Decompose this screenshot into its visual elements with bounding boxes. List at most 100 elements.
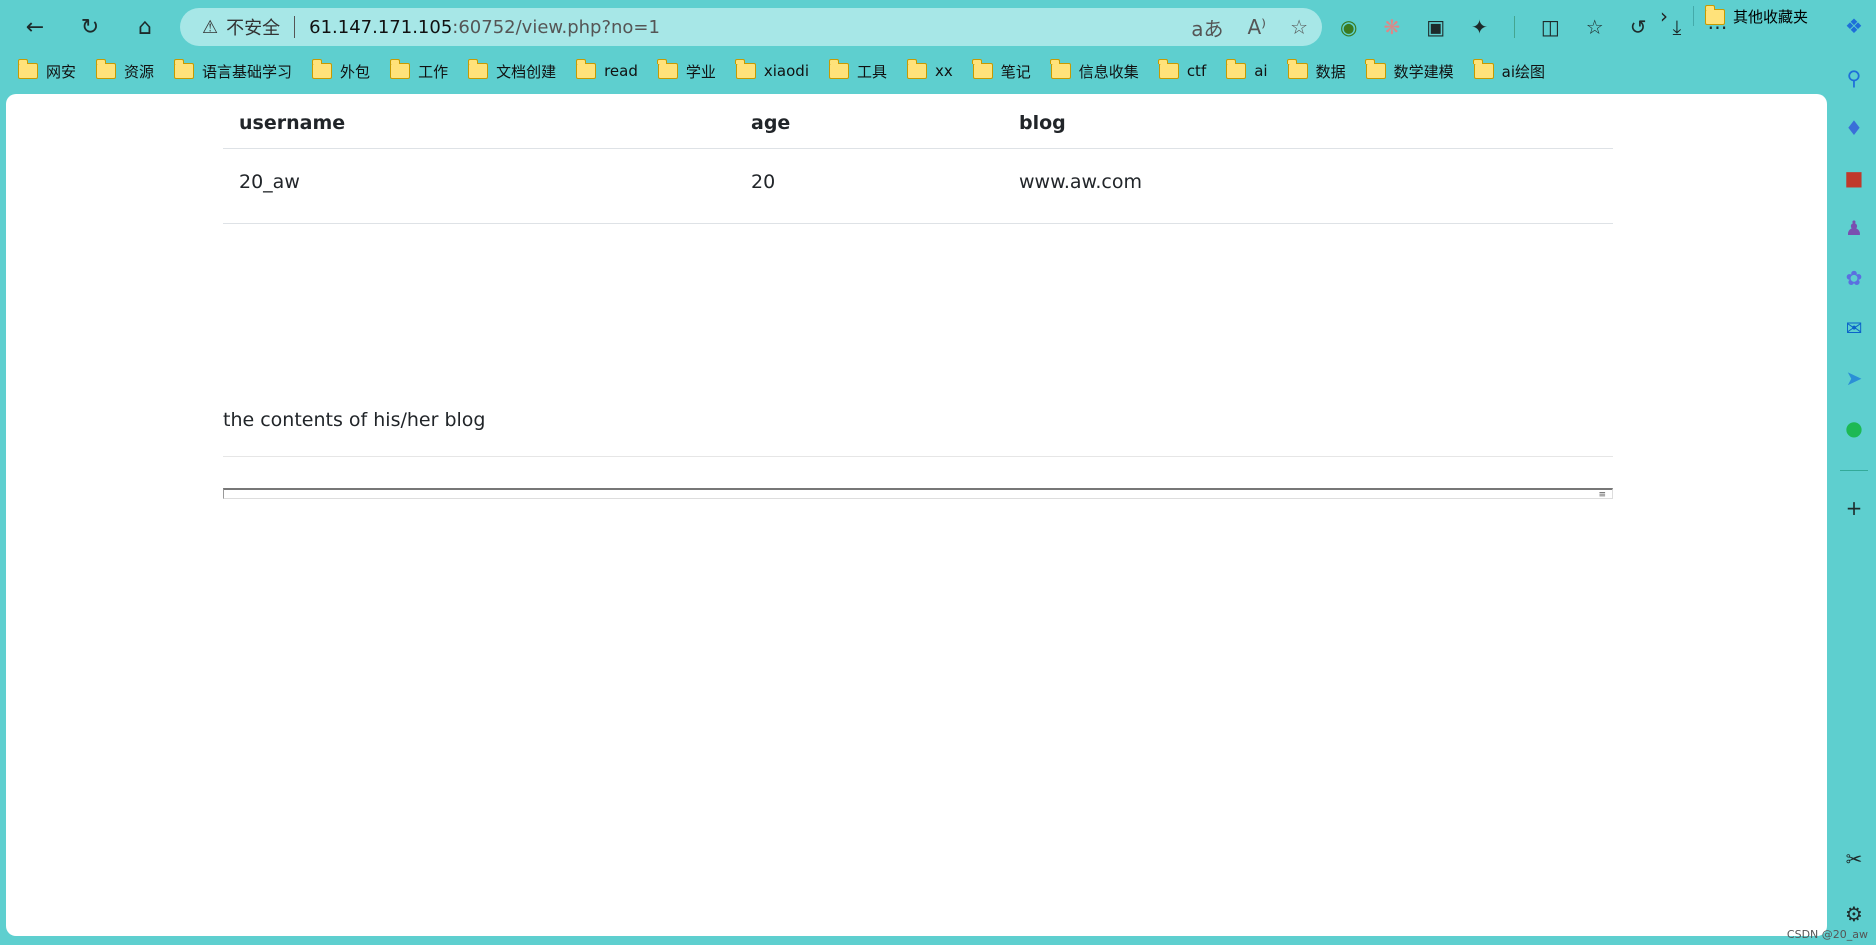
extension-globe-icon[interactable]: ◉ — [1340, 15, 1357, 39]
folder-icon — [735, 59, 756, 79]
folder-icon — [1050, 59, 1071, 79]
bookmark-folder[interactable]: ctf — [1158, 59, 1207, 80]
user-table: username age blog 20_aw 20 www.aw.com — [223, 94, 1613, 224]
add-icon[interactable]: + — [1840, 494, 1868, 522]
folder-icon — [1704, 4, 1725, 25]
bookmark-folder[interactable]: 数学建模 — [1365, 59, 1454, 82]
watermark: CSDN @20_aw — [1786, 928, 1868, 941]
send-icon[interactable]: ➤ — [1840, 364, 1868, 392]
bookmark-folder[interactable]: 工具 — [828, 59, 888, 82]
browser-sidebar: ❖ ⚲ ♦ ■ ♟ ✿ ✉ ➤ ● + ✂ ⚙ — [1832, 0, 1876, 945]
bookmark-folder[interactable]: 网安 — [17, 59, 77, 82]
bookmark-label: xiaodi — [763, 62, 809, 80]
shopping-tag-icon[interactable]: ♦ — [1840, 114, 1868, 142]
bookmark-folder[interactable]: 笔记 — [972, 59, 1031, 82]
favorites-icon[interactable]: ☆ — [1586, 15, 1604, 39]
extensions-puzzle-icon[interactable]: ✦ — [1471, 15, 1488, 39]
url-host: 61.147.171.105 — [309, 16, 453, 38]
address-divider — [294, 16, 296, 38]
bookmark-folder[interactable]: 工作 — [389, 59, 449, 82]
folder-icon — [972, 59, 993, 79]
resize-grip-icon[interactable]: ≡ — [1598, 491, 1606, 500]
folder-icon — [657, 59, 678, 79]
download-icon[interactable]: ⤓ — [1673, 15, 1682, 39]
bookmark-folder[interactable]: 信息收集 — [1050, 59, 1139, 82]
address-actions: aあ A⁾ ☆ — [1191, 8, 1308, 46]
bookmark-label: 网安 — [46, 62, 77, 81]
warning-icon: ⚠ — [202, 16, 219, 38]
bookmark-folder[interactable]: ai — [1225, 59, 1268, 80]
history-icon[interactable]: ↺ — [1630, 15, 1647, 39]
bookmarks-divider — [1693, 6, 1694, 26]
cell-blog: www.aw.com — [1003, 148, 1613, 224]
bookmark-label: 工作 — [418, 62, 449, 81]
url-text[interactable]: 61.147.171.105:60752/view.php?no=1 — [309, 17, 660, 38]
folder-icon — [1287, 59, 1308, 79]
extension-mask-icon[interactable]: ▣ — [1426, 15, 1445, 39]
folder-icon — [95, 59, 117, 79]
bookmark-folder[interactable]: ai绘图 — [1473, 59, 1545, 82]
bookmark-label: ctf — [1186, 62, 1207, 80]
bookmark-folder[interactable]: 语言基础学习 — [173, 59, 293, 82]
toolbar-divider — [1513, 16, 1515, 38]
page-content: username age blog 20_aw 20 www.aw.com th… — [223, 94, 1618, 500]
split-screen-icon[interactable]: ◫ — [1541, 15, 1560, 39]
bookmark-label: 外包 — [340, 62, 371, 81]
bookmark-label: 文档创建 — [496, 62, 557, 81]
table-header-row: username age blog — [223, 94, 1613, 149]
bookmark-label: read — [604, 62, 638, 80]
browser-toolbar: ← ↻ ⌂ ⚠ 不安全 61.147.171.105:60752/view.ph… — [0, 0, 1876, 53]
read-aloud-icon[interactable]: A⁾ — [1247, 15, 1266, 39]
bookmark-folder[interactable]: 资源 — [95, 59, 154, 82]
header-username: username — [223, 94, 735, 149]
url-path: :60752/view.php?no=1 — [452, 16, 660, 38]
browser-extensions: ◉ ❋ ▣ ✦ ◫ ☆ ↺ ⤓ ⋯ — [1340, 10, 1727, 44]
folder-icon — [389, 59, 411, 79]
copilot-icon[interactable]: ❖ — [1840, 12, 1868, 40]
games-icon[interactable]: ♟ — [1840, 214, 1868, 242]
cell-age: 20 — [735, 148, 1003, 224]
settings-gear-icon[interactable]: ⚙ — [1840, 900, 1868, 928]
extension-gear-icon[interactable]: ❋ — [1383, 15, 1400, 39]
bookmark-folder[interactable]: 学业 — [657, 59, 716, 82]
address-bar[interactable]: ⚠ 不安全 61.147.171.105:60752/view.php?no=1… — [180, 8, 1322, 46]
bookmark-label: 工具 — [857, 62, 888, 81]
other-bookmarks[interactable]: 其他收藏夹 — [1704, 4, 1809, 27]
bookmark-folder[interactable]: read — [575, 59, 638, 80]
bookmark-label: 笔记 — [1000, 62, 1031, 81]
bookmark-folder[interactable]: 外包 — [311, 59, 371, 82]
microsoft-365-icon[interactable]: ✿ — [1840, 264, 1868, 292]
folder-icon — [173, 59, 195, 79]
tools-icon[interactable]: ■ — [1840, 164, 1868, 192]
table-row: 20_aw 20 www.aw.com — [223, 148, 1613, 224]
refresh-icon[interactable]: ↻ — [73, 10, 107, 44]
folder-icon — [575, 59, 597, 79]
bookmark-label: 学业 — [685, 62, 716, 81]
folder-icon — [1473, 59, 1494, 79]
web-page: username age blog 20_aw 20 www.aw.com th… — [6, 94, 1827, 936]
back-arrow-icon[interactable]: ← — [18, 10, 52, 44]
insecure-label: 不安全 — [226, 18, 281, 39]
bookmark-folder[interactable]: xiaodi — [735, 59, 809, 80]
bookmark-folder[interactable]: 数据 — [1287, 59, 1346, 82]
outlook-icon[interactable]: ✉ — [1840, 314, 1868, 342]
home-icon[interactable]: ⌂ — [128, 10, 162, 44]
header-age: age — [735, 94, 1003, 149]
bookmark-folder[interactable]: 文档创建 — [467, 59, 557, 82]
favorite-star-icon[interactable]: ☆ — [1290, 15, 1308, 39]
other-bookmarks-label: 其他收藏夹 — [1733, 8, 1809, 26]
header-blog: blog — [1003, 94, 1613, 149]
bookmark-label: 语言基础学习 — [202, 62, 293, 81]
folder-icon — [828, 59, 849, 79]
folder-icon — [311, 59, 333, 79]
search-icon[interactable]: ⚲ — [1840, 64, 1868, 92]
folder-icon — [467, 59, 489, 79]
bookmark-label: 信息收集 — [1078, 62, 1139, 81]
bookmark-label: 数学建模 — [1393, 62, 1454, 81]
blog-content-frame[interactable]: ≡ — [223, 488, 1613, 500]
bookmark-folder[interactable]: xx — [906, 59, 953, 80]
translate-icon[interactable]: aあ — [1191, 13, 1223, 42]
spotify-icon[interactable]: ● — [1840, 414, 1868, 442]
chevron-right-icon[interactable]: › — [1660, 4, 1668, 28]
screenshot-icon[interactable]: ✂ — [1840, 845, 1868, 873]
